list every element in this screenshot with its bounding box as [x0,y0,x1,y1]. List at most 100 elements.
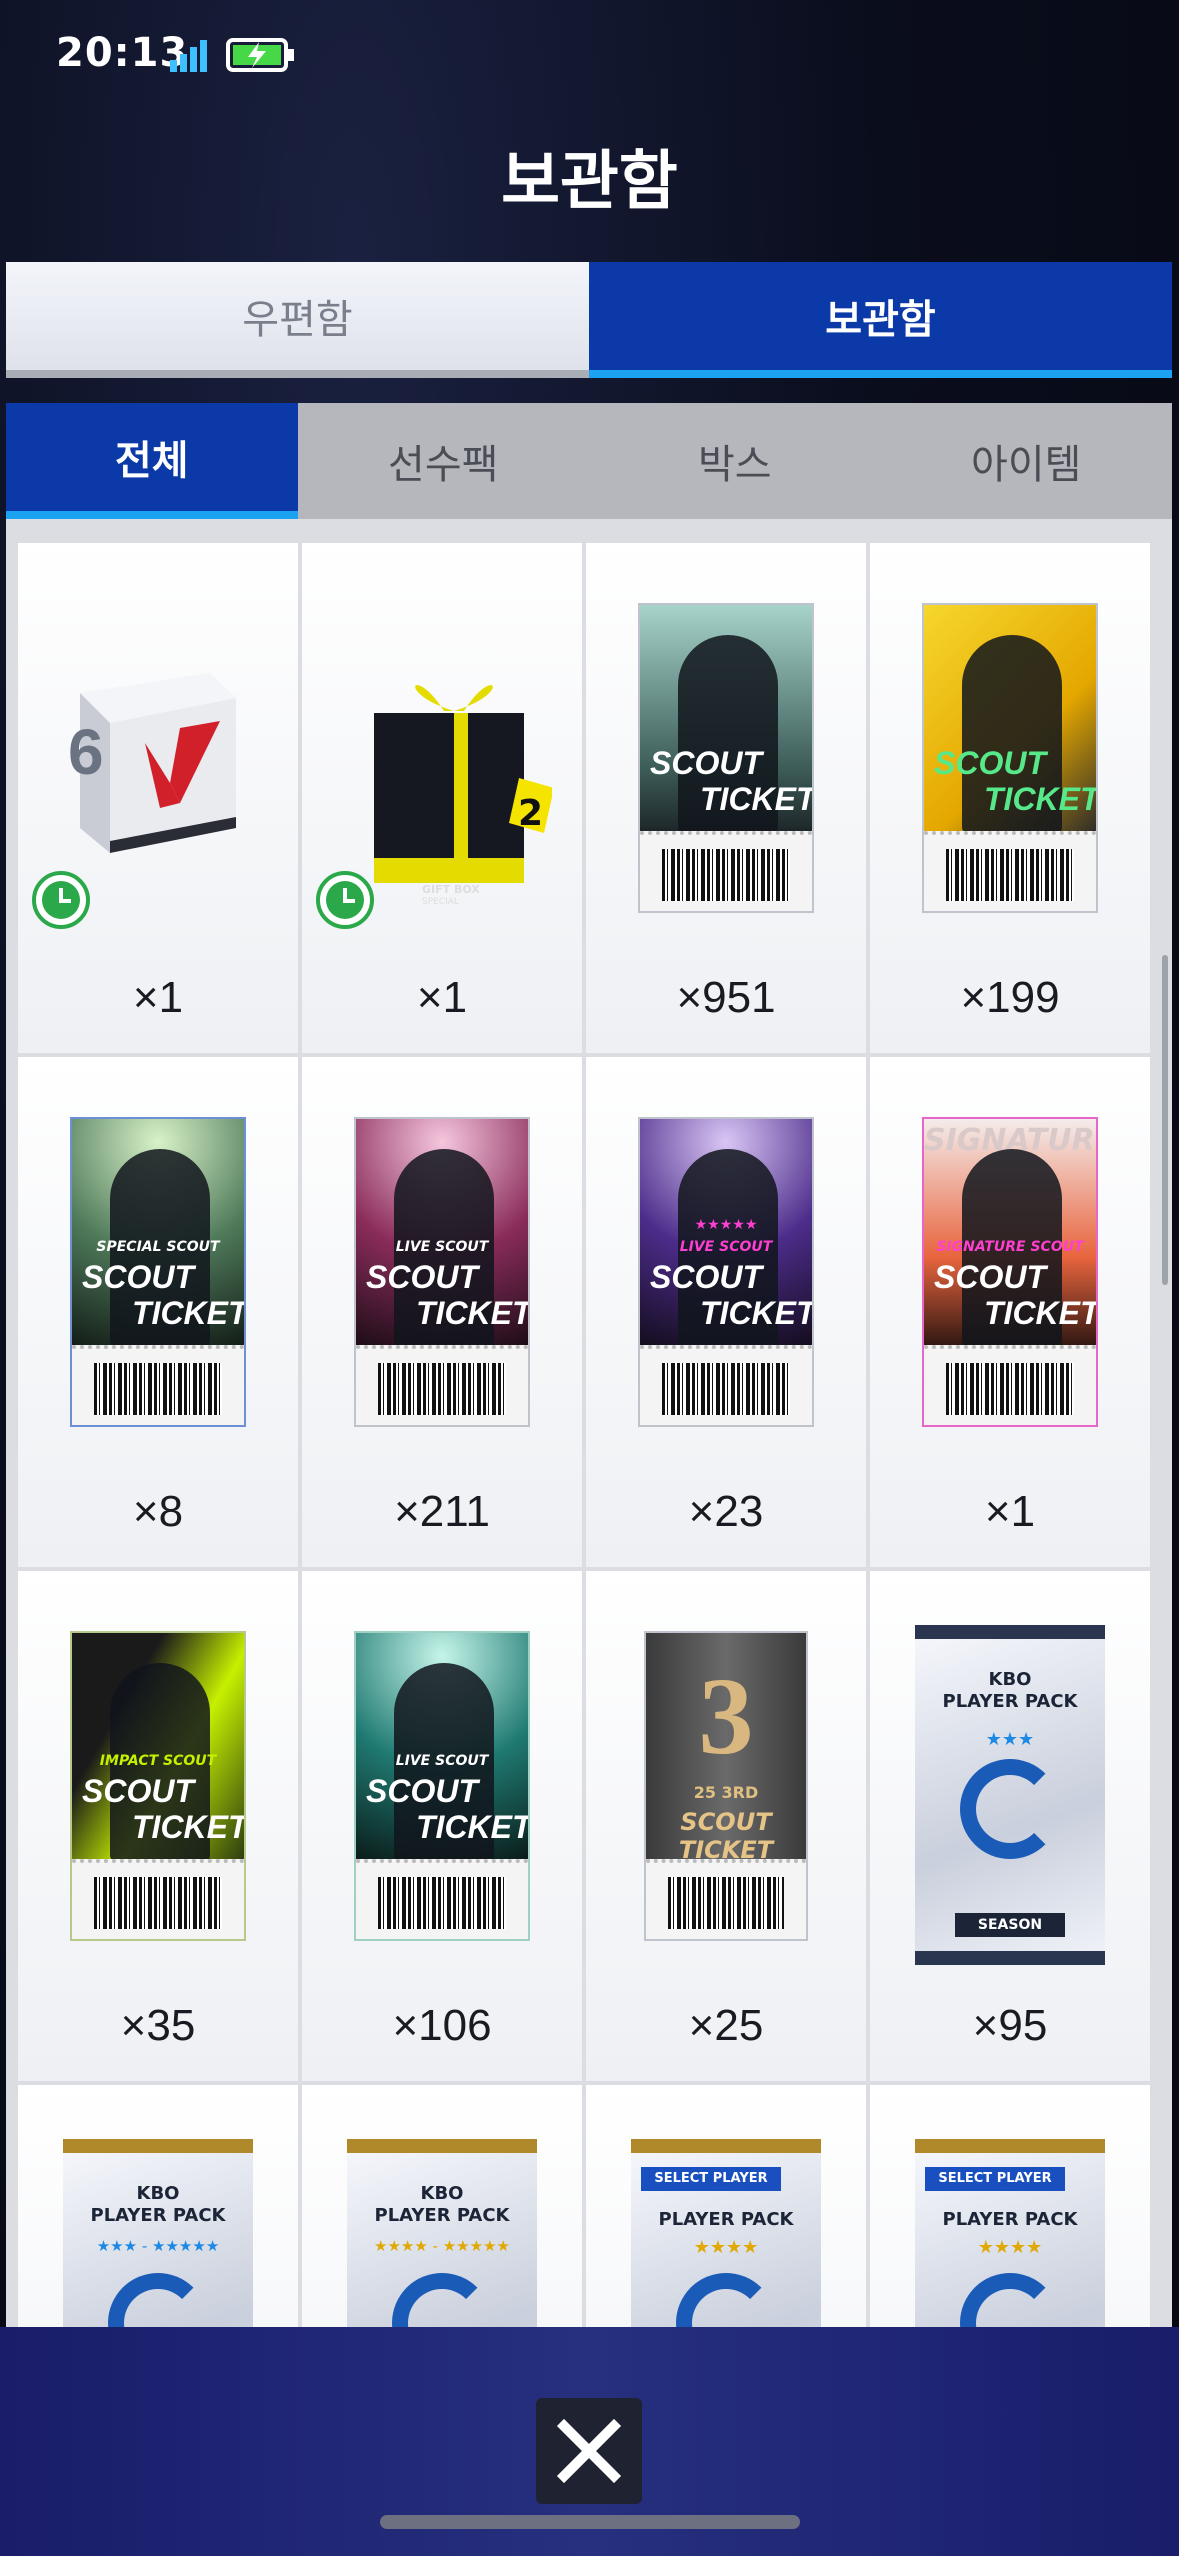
item-count: ×211 [394,1487,490,1536]
sub-tabs: 전체 선수팩 박스 아이템 [6,403,1172,519]
kbo-logo-icon [108,2273,208,2327]
item-cell-kbo-player-pack-a[interactable]: KBO PLAYER PACK ★★★ - ★★★★★ [18,2085,298,2327]
item-count: ×199 [960,973,1060,1022]
pack-title: KBO PLAYER PACK [942,1669,1078,1712]
ticket-card: 3 25 3RD SCOUT TICKET [644,1631,808,1941]
ticket-card: IMPACT SCOUT SCOUT TICKET [70,1631,246,1941]
kbo-logo-icon [960,1759,1060,1859]
sub-tab-all[interactable]: 전체 [6,403,298,519]
home-indicator[interactable] [380,2515,800,2529]
star-rating: ★★★ [985,1729,1035,1750]
star-rating: ★★★★ [693,2237,759,2258]
gift-box-icon [374,685,552,883]
item-cell-gift-box[interactable]: 2 GIFT BOX SPECIAL ×1 [302,543,582,1053]
timer-icon [32,871,90,929]
ticket-card: SCOUT TICKET [922,603,1098,913]
ticket-card: SPECIAL SCOUT SCOUT TICKET [70,1117,246,1427]
kbo-logo-icon [960,2273,1060,2327]
item-cell-gold-scout-ticket[interactable]: SCOUT TICKET ×199 [870,543,1150,1053]
ticket-label: SCOUT TICKET [678,1808,774,1864]
special-scout-ticket-art: SPECIAL SCOUT SCOUT TICKET [70,1117,246,1427]
item-cell-select-player-pack-b[interactable]: SELECT PLAYER PLAYER PACK ★★★★ [870,2085,1150,2327]
ticket-label: SCOUT TICKET [650,745,814,817]
item-cell-box-6[interactable]: 6 ×1 [18,543,298,1053]
sub-tab-player-pack[interactable]: 선수팩 [297,403,589,519]
sub-tab-box[interactable]: 박스 [589,403,881,519]
item-cell-impact-scout-ticket[interactable]: IMPACT SCOUT SCOUT TICKET ×35 [18,1571,298,2081]
main-tabs: 우편함 보관함 [6,262,1172,378]
tab-mailbox[interactable]: 우편함 [6,262,589,378]
ticket-card: SCOUT TICKET [638,603,814,913]
item-cell-live-scout-ticket[interactable]: LIVE SCOUT SCOUT TICKET ×211 [302,1057,582,1567]
pack-title: PLAYER PACK [942,2209,1078,2230]
ticket-number: 3 [698,1655,754,1777]
kbo-logo-icon [392,2273,492,2327]
item-cell-select-player-pack-a[interactable]: SELECT PLAYER PLAYER PACK ★★★★ [586,2085,866,2327]
tab-storage[interactable]: 보관함 [589,262,1172,378]
close-icon [556,2418,622,2484]
page-title: 보관함 [501,145,678,219]
ticket-label: SCOUT TICKET [366,1259,530,1331]
barcode [378,1363,506,1415]
item-cell-live-scout-ticket-teal[interactable]: LIVE SCOUT SCOUT TICKET ×106 [302,1571,582,2081]
barcode [662,1363,790,1415]
item-count: ×95 [972,2001,1048,2050]
ticket-card: LIVE SCOUT SCOUT TICKET [354,1631,530,1941]
gift-box-line2: SPECIAL [422,897,459,907]
pack-title: KBO PLAYER PACK [374,2183,510,2226]
battery-charging-icon [226,38,294,72]
live-scout-ticket-5star-art: ★★★★★ LIVE SCOUT SCOUT TICKET [638,1117,814,1427]
item-cell-scout-ticket[interactable]: SCOUT TICKET ×951 [586,543,866,1053]
pack-banner: SELECT PLAYER [641,2167,781,2191]
barcode [946,1363,1074,1415]
signal-icon [170,40,207,72]
item-cell-kbo-player-pack-season[interactable]: KBO PLAYER PACK ★★★ SEASON ×95 [870,1571,1150,2081]
item-count: ×23 [688,1487,764,1536]
ticket-label: SCOUT TICKET [650,1259,814,1331]
ticket-label: SCOUT TICKET [82,1773,246,1845]
timer-icon [316,871,374,929]
close-button[interactable] [536,2398,642,2504]
scout-ticket-art: SCOUT TICKET [638,603,814,913]
gift-tag-number: 2 [518,793,544,834]
ticket-card: SIGNATURE SIGNATURE SCOUT SCOUT TICKET [922,1117,1098,1427]
player-pack-art: SELECT PLAYER PLAYER PACK ★★★★ [631,2139,821,2327]
star-rating: ★★★ - ★★★★★ [96,2237,220,2255]
ticket-subtitle: LIVE SCOUT [395,1239,489,1255]
impact-scout-ticket-art: IMPACT SCOUT SCOUT TICKET [70,1631,246,1941]
item-cell-live-scout-ticket-5star[interactable]: ★★★★★ LIVE SCOUT SCOUT TICKET ×23 [586,1057,866,1567]
item-count: ×951 [676,973,776,1022]
pack-title: PLAYER PACK [658,2209,794,2230]
item-grid: 6 ×1 2 GIFT BOX SPECIAL ×1 SCOUT TICKET … [18,543,1150,2327]
player-pack-art: KBO PLAYER PACK ★★★ SEASON [915,1625,1105,1965]
ticket-subtitle: SIGNATURE SCOUT [936,1239,1084,1255]
ticket-subtitle: IMPACT SCOUT [99,1753,217,1769]
ticket-subtitle: LIVE SCOUT [395,1753,489,1769]
ticket-label: SCOUT TICKET [82,1259,246,1331]
item-count: ×1 [416,973,468,1022]
sub-tab-item[interactable]: 아이템 [880,403,1172,519]
player-pack-art: SELECT PLAYER PLAYER PACK ★★★★ [915,2139,1105,2327]
item-cell-v25-3rd-scout-ticket[interactable]: 3 25 3RD SCOUT TICKET ×25 [586,1571,866,2081]
player-pack-art: KBO PLAYER PACK ★★★★ - ★★★★★ [347,2139,537,2327]
item-cell-special-scout-ticket[interactable]: SPECIAL SCOUT SCOUT TICKET ×8 [18,1057,298,1567]
item-cell-signature-scout-ticket[interactable]: SIGNATURE SIGNATURE SCOUT SCOUT TICKET ×1 [870,1057,1150,1567]
star-rating: ★★★★ - ★★★★★ [374,2237,510,2255]
barcode [94,1363,222,1415]
item-cell-kbo-player-pack-b[interactable]: KBO PLAYER PACK ★★★★ - ★★★★★ [302,2085,582,2327]
item-count: ×1 [984,1487,1036,1536]
item-count: ×8 [132,1487,184,1536]
storage-panel: 전체 선수팩 박스 아이템 6 ×1 2 GIFT BOX SPECIAL ×1… [6,403,1172,2327]
status-time: 20:13 [56,30,189,76]
item-count: ×1 [132,973,184,1022]
pack-season-label: SEASON [955,1913,1065,1937]
pack-banner: SELECT PLAYER [925,2167,1065,2191]
star-rating: ★★★★★ [694,1217,758,1233]
ticket-label: SCOUT TICKET [366,1773,530,1845]
item-count: ×25 [688,2001,764,2050]
gold-scout-ticket-art: SCOUT TICKET [922,603,1098,913]
ticket-subtitle: 25 3RD [693,1783,759,1802]
ticket-label: SCOUT TICKET [934,745,1098,817]
player-pack-art: KBO PLAYER PACK ★★★ - ★★★★★ [63,2139,253,2327]
scrollbar[interactable] [1162,955,1168,1285]
